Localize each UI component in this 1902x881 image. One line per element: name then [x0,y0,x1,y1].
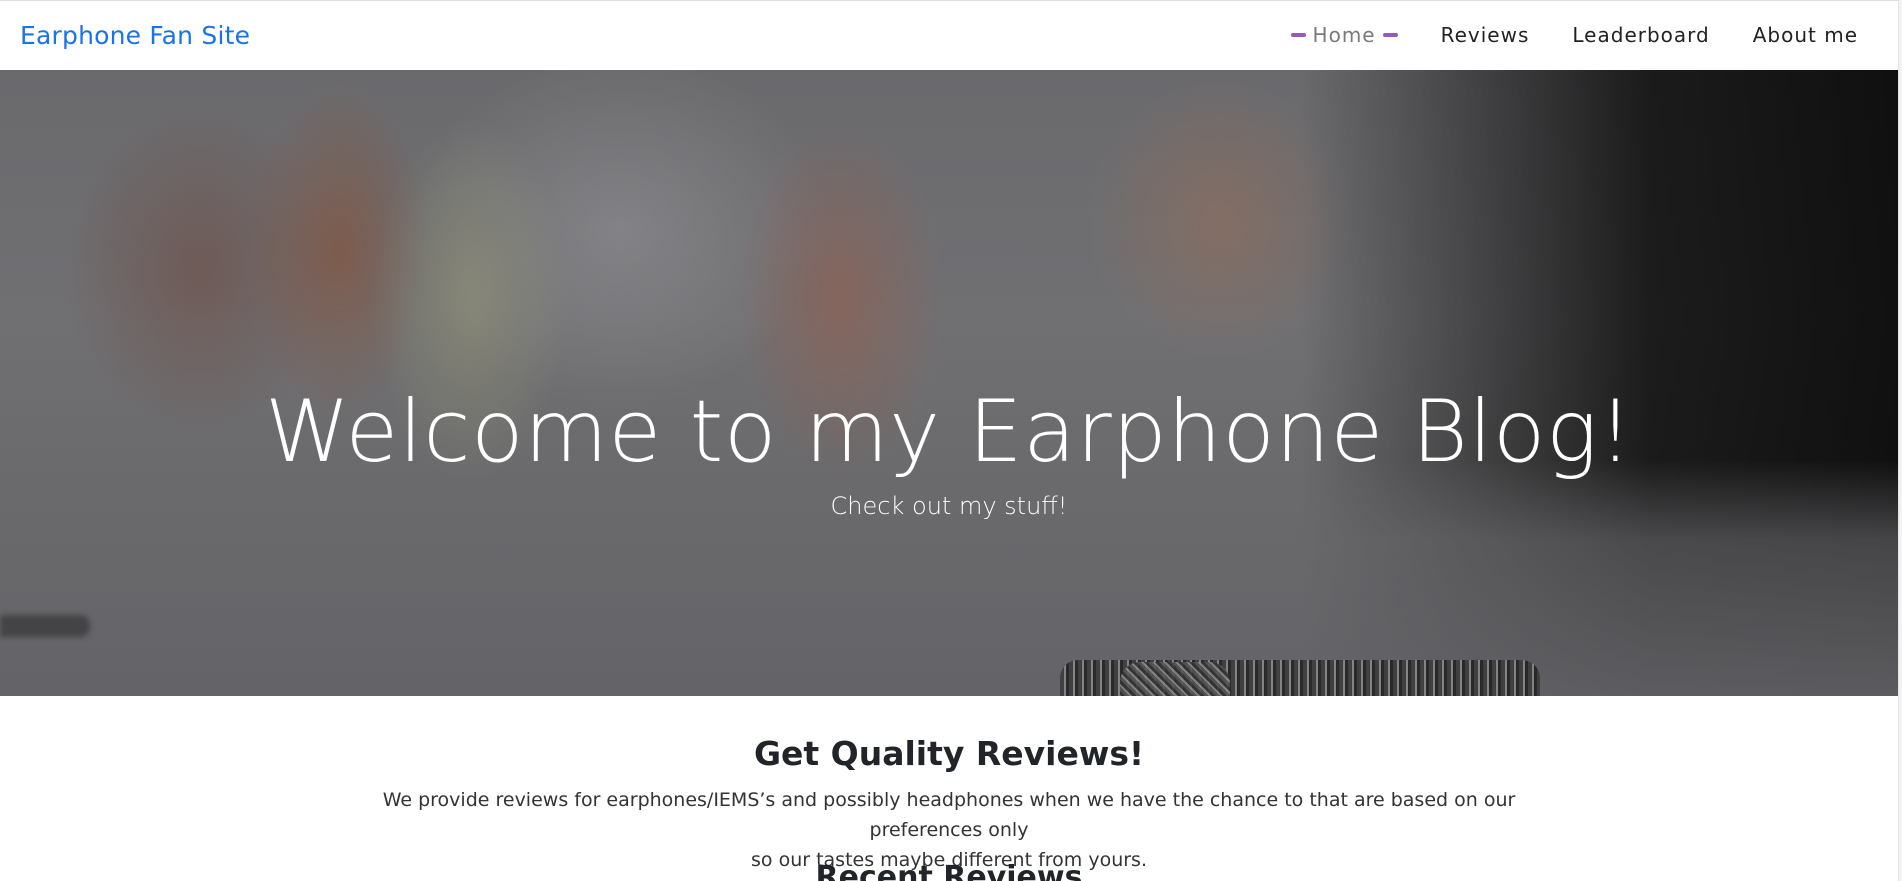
earphone-tip-image [1120,662,1230,696]
hero-subtitle: Check out my stuff! [830,492,1068,520]
page: Earphone Fan Site Home Reviews Leaderboa… [0,0,1902,881]
nav-item-home[interactable]: Home [1290,23,1398,47]
hero-background-object [0,615,90,637]
hero-title: Welcome to my Earphone Blog! [264,382,1634,482]
nav-item-leaderboard[interactable]: Leaderboard [1572,23,1709,47]
recent-reviews-title: Recent Reviews [815,860,1083,881]
page-scrollbar[interactable] [1898,0,1902,881]
nav-item-reviews[interactable]: Reviews [1441,23,1530,47]
main-nav: Home Reviews Leaderboard About me [1248,23,1858,47]
intro-section: Get Quality Reviews! We provide reviews … [0,696,1898,875]
top-navbar: Earphone Fan Site Home Reviews Leaderboa… [0,0,1898,70]
nav-item-home-label: Home [1312,23,1376,47]
hero-banner: Welcome to my Earphone Blog! Check out m… [0,70,1898,696]
nav-item-about-me[interactable]: About me [1753,23,1858,47]
active-indicator-left [1290,33,1306,37]
intro-text-line-1: We provide reviews for earphones/IEMS’s … [382,789,1516,841]
active-indicator-right [1382,33,1398,37]
brand-link[interactable]: Earphone Fan Site [20,21,250,50]
intro-title: Get Quality Reviews! [753,734,1145,773]
